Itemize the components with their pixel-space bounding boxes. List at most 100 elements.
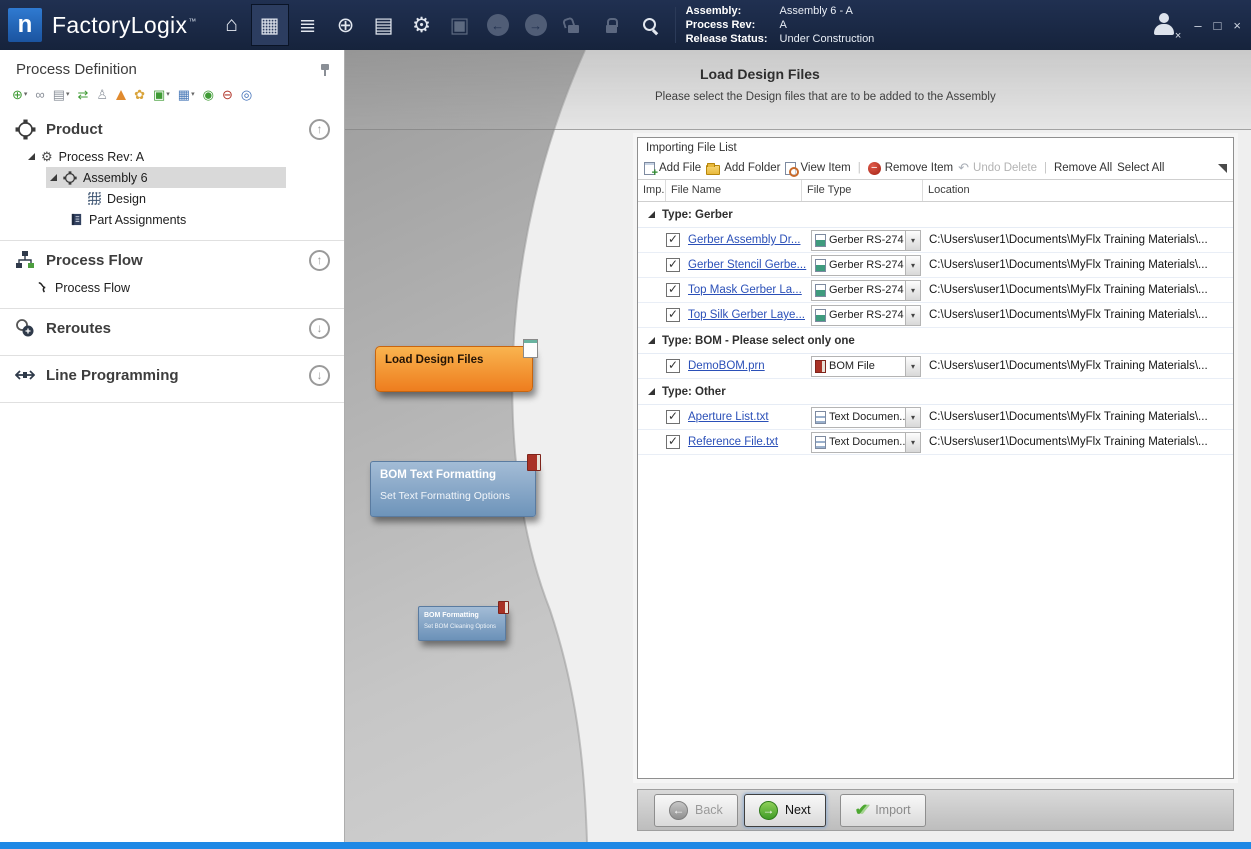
lock-button[interactable] bbox=[593, 4, 631, 46]
layers-button[interactable]: ▦▾ bbox=[178, 88, 195, 102]
maximize-button[interactable]: □ bbox=[1214, 18, 1222, 33]
add-file-button[interactable]: +Add File bbox=[644, 162, 701, 175]
collapse-up-icon[interactable]: ↑ bbox=[309, 250, 330, 271]
node-subtitle: Set BOM Cleaning Options bbox=[419, 619, 505, 630]
select-all-button[interactable]: Select All bbox=[1117, 162, 1164, 174]
file-name-link[interactable]: Gerber Assembly Dr... bbox=[688, 234, 800, 246]
file-name-link[interactable]: Gerber Stencil Gerbe... bbox=[688, 259, 806, 271]
info-button[interactable]: ◎ bbox=[241, 88, 252, 102]
file-type-combobox[interactable]: Text Documen...▾ bbox=[811, 407, 921, 428]
file-name-link[interactable]: DemoBOM.prn bbox=[688, 360, 765, 372]
dropdown-arrow-icon[interactable]: ▾ bbox=[905, 281, 920, 300]
flow-node-load-design-files[interactable]: Load Design Files bbox=[375, 346, 533, 392]
tree-item-part-assignments[interactable]: Part Assignments bbox=[0, 209, 344, 230]
file-name-link[interactable]: Top Mask Gerber La... bbox=[688, 284, 802, 296]
refresh-button[interactable]: ⇄ bbox=[78, 88, 89, 102]
import-checkbox[interactable] bbox=[666, 308, 680, 322]
dropdown-arrow-icon[interactable]: ▾ bbox=[905, 256, 920, 275]
bom-file-icon bbox=[815, 360, 826, 373]
tree-item-process-rev[interactable]: ⚙ Process Rev: A bbox=[0, 146, 344, 167]
back-button[interactable]: ← Back bbox=[654, 794, 738, 827]
close-button[interactable]: × bbox=[1233, 18, 1241, 33]
file-location: C:\Users\user1\Documents\MyFlx Training … bbox=[923, 436, 1233, 448]
dropdown-arrow-icon[interactable]: ▾ bbox=[905, 306, 920, 325]
undo-delete-button[interactable]: ↶Undo Delete bbox=[958, 160, 1037, 176]
export-button[interactable]: ▣▾ bbox=[153, 88, 170, 102]
file-type-combobox[interactable]: Gerber RS-274▾ bbox=[811, 280, 921, 301]
dropdown-arrow-icon[interactable]: ▾ bbox=[905, 231, 920, 250]
flow-node-bom-text-formatting[interactable]: BOM Text Formatting Set Text Formatting … bbox=[370, 461, 536, 517]
save-button[interactable]: ▣ bbox=[441, 4, 479, 46]
data-manager-button[interactable]: ≣ bbox=[289, 4, 327, 46]
import-checkbox[interactable] bbox=[666, 233, 680, 247]
file-type-combobox[interactable]: Gerber RS-274▾ bbox=[811, 255, 921, 276]
import-checkbox[interactable] bbox=[666, 258, 680, 272]
process-flow-section-header[interactable]: Process Flow ↑ bbox=[0, 241, 344, 277]
globe-button[interactable]: ◉ bbox=[203, 88, 214, 102]
expander-icon[interactable] bbox=[28, 153, 35, 160]
expand-down-icon[interactable]: ↓ bbox=[309, 318, 330, 339]
add-button[interactable]: ⊕▾ bbox=[12, 88, 27, 102]
file-type-combobox[interactable]: BOM File▾ bbox=[811, 356, 921, 377]
import-checkbox[interactable] bbox=[666, 410, 680, 424]
file-name-link[interactable]: Top Silk Gerber Laye... bbox=[688, 309, 805, 321]
print-button[interactable]: ▤▾ bbox=[53, 88, 70, 102]
column-header-imported[interactable]: Imp... bbox=[638, 180, 666, 201]
line-programming-section-header[interactable]: Line Programming ↓ bbox=[0, 356, 344, 392]
expand-down-icon[interactable]: ↓ bbox=[309, 365, 330, 386]
dropdown-arrow-icon[interactable]: ▾ bbox=[905, 433, 920, 452]
collapse-up-icon[interactable]: ↑ bbox=[309, 119, 330, 140]
home-button[interactable]: ⌂ bbox=[213, 4, 251, 46]
view-item-button[interactable]: View Item bbox=[785, 162, 850, 175]
dropdown-arrow-icon[interactable]: ▾ bbox=[905, 357, 920, 376]
next-button[interactable]: → Next bbox=[744, 794, 826, 827]
table-row: Top Mask Gerber La... Gerber RS-274▾ C:\… bbox=[638, 278, 1233, 303]
group-expander-icon[interactable] bbox=[648, 337, 655, 344]
expander-icon[interactable] bbox=[50, 174, 57, 181]
pin-icon[interactable] bbox=[320, 63, 330, 77]
unlock-button[interactable] bbox=[555, 4, 593, 46]
dropdown-arrow-icon[interactable]: ▾ bbox=[905, 408, 920, 427]
file-type-combobox[interactable]: Gerber RS-274▾ bbox=[811, 230, 921, 251]
flow-node-bom-formatting[interactable]: BOM Formatting Set BOM Cleaning Options bbox=[418, 606, 506, 641]
back-nav-button[interactable]: ← bbox=[479, 4, 517, 46]
minimize-button[interactable]: – bbox=[1194, 18, 1201, 33]
import-checkbox[interactable] bbox=[666, 359, 680, 373]
flask-button[interactable] bbox=[116, 90, 126, 100]
column-header-file-type[interactable]: File Type bbox=[802, 180, 923, 201]
lamp-button[interactable]: ♙ bbox=[96, 88, 108, 102]
settings-button[interactable]: ⚙ bbox=[403, 4, 441, 46]
column-header-file-name[interactable]: File Name bbox=[666, 180, 802, 201]
process-definition-button[interactable]: ▦ bbox=[251, 4, 289, 46]
documents-button[interactable]: ▤ bbox=[365, 4, 403, 46]
user-logout-icon[interactable]: × bbox=[1150, 12, 1178, 38]
forward-nav-button[interactable]: → bbox=[517, 4, 555, 46]
panel-corner-icon[interactable] bbox=[1218, 164, 1227, 173]
file-name-link[interactable]: Aperture List.txt bbox=[688, 411, 769, 423]
import-button[interactable]: ✔ Import bbox=[840, 794, 926, 827]
group-expander-icon[interactable] bbox=[648, 388, 655, 395]
navigation-button[interactable]: ⊕ bbox=[327, 4, 365, 46]
stop-button[interactable]: ⊖ bbox=[222, 88, 233, 102]
remove-item-button[interactable]: −Remove Item bbox=[868, 162, 953, 175]
tree-item-process-flow[interactable]: Process Flow bbox=[0, 277, 344, 298]
import-checkbox[interactable] bbox=[666, 435, 680, 449]
group-expander-icon[interactable] bbox=[648, 211, 655, 218]
file-type-combobox[interactable]: Text Documen...▾ bbox=[811, 432, 921, 453]
tree-item-assembly[interactable]: Assembly 6 bbox=[46, 167, 286, 188]
group-row-other[interactable]: Type: Other bbox=[638, 379, 1233, 405]
file-type-combobox[interactable]: Gerber RS-274▾ bbox=[811, 305, 921, 326]
group-row-gerber[interactable]: Type: Gerber bbox=[638, 202, 1233, 228]
tree-item-design[interactable]: Design bbox=[0, 188, 344, 209]
flower-button[interactable]: ✿ bbox=[134, 88, 145, 102]
product-section-header[interactable]: Product ↑ bbox=[0, 110, 344, 146]
file-name-link[interactable]: Reference File.txt bbox=[688, 436, 778, 448]
import-checkbox[interactable] bbox=[666, 283, 680, 297]
reroutes-section-header[interactable]: Reroutes ↓ bbox=[0, 309, 344, 345]
add-folder-button[interactable]: Add Folder bbox=[706, 162, 780, 175]
remove-all-button[interactable]: Remove All bbox=[1054, 162, 1112, 174]
column-header-location[interactable]: Location bbox=[923, 180, 1233, 201]
group-row-bom[interactable]: Type: BOM - Please select only one bbox=[638, 328, 1233, 354]
process-search-button[interactable] bbox=[631, 4, 669, 46]
link-button[interactable]: ∞ bbox=[35, 88, 44, 102]
